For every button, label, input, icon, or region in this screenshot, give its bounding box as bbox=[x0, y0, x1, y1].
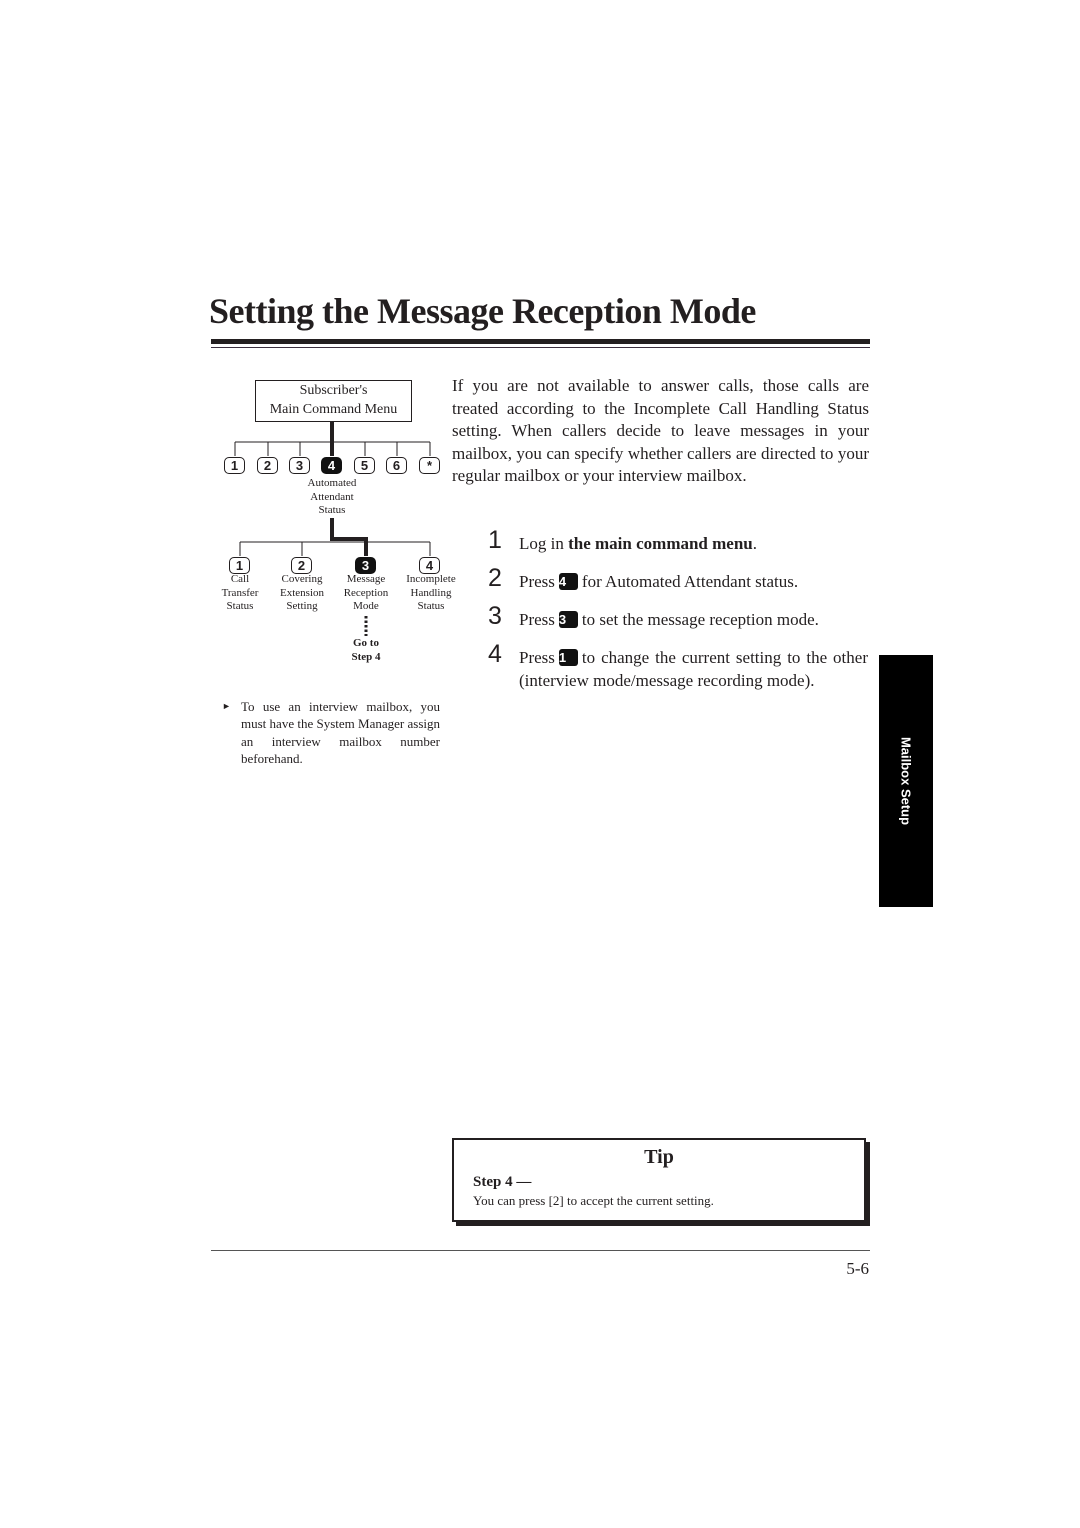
step-pre: Log in bbox=[519, 534, 569, 553]
footer-rule bbox=[211, 1250, 870, 1251]
label-line: Setting bbox=[286, 600, 318, 612]
message-reception-mode-label: Message Reception Mode bbox=[335, 573, 397, 614]
step-1: 1 Log in the main command menu. bbox=[488, 528, 868, 556]
label-line: Attendant bbox=[310, 490, 354, 503]
label-line: Reception bbox=[343, 586, 389, 599]
label-line: Handling bbox=[410, 586, 452, 599]
sub-key-2: 2 bbox=[291, 557, 312, 574]
label-line: Status bbox=[226, 600, 254, 612]
step-text: Press 4 for Automated Attendant status. bbox=[519, 571, 868, 594]
step-number: 2 bbox=[488, 564, 502, 592]
intro-paragraph: If you are not available to answer calls… bbox=[452, 376, 869, 486]
step-bold: the main command menu bbox=[568, 534, 753, 553]
step-pre: Press bbox=[519, 648, 555, 667]
note-text: To use an interview mailbox, you must ha… bbox=[241, 699, 440, 766]
goto-step4-label: Go to Step 4 bbox=[335, 636, 397, 664]
step-pre: Press bbox=[519, 572, 555, 591]
menu-box-line2: Main Command Menu bbox=[269, 402, 398, 417]
sub-key-4: 4 bbox=[419, 557, 440, 574]
step-text: Press 1 to change the current setting to t… bbox=[519, 647, 868, 692]
step-number: 3 bbox=[488, 602, 502, 630]
automated-attendant-label: Automated Attendant Status bbox=[302, 477, 362, 518]
key-star: * bbox=[419, 457, 440, 474]
step-4: 4 Press 1 to change the current setting to… bbox=[488, 642, 868, 692]
label-line: Covering bbox=[281, 573, 323, 585]
tip-text: You can press [2] to accept the current … bbox=[473, 1193, 714, 1208]
tip-box: Tip Step 4 — You can press [2] to accept… bbox=[452, 1138, 866, 1222]
step-text: Log in the main command menu. bbox=[519, 533, 868, 556]
step-3: 3 Press 3 to set the message reception mod… bbox=[488, 604, 868, 632]
label-line: Automated bbox=[307, 477, 357, 489]
step-2: 2 Press 4 for Automated Attendant status. bbox=[488, 566, 868, 594]
key-1: 1 bbox=[224, 457, 245, 474]
call-transfer-status-label: Call Transfer Status bbox=[210, 573, 270, 614]
key-2: 2 bbox=[257, 457, 278, 474]
label-line: Status bbox=[417, 600, 445, 612]
title-rule-thick bbox=[211, 339, 870, 344]
step-post: for Automated Attendant status. bbox=[581, 572, 799, 591]
label-line: Call bbox=[230, 573, 250, 585]
page-number: 5-6 bbox=[846, 1259, 869, 1278]
key-1-icon: 1 bbox=[558, 649, 578, 666]
label-line: Incomplete bbox=[406, 573, 456, 585]
menu-tree-diagram: Subscriber's Main Command Menu 1 2 3 4 5… bbox=[210, 370, 470, 670]
covering-extension-setting-label: Covering Extension Setting bbox=[272, 573, 332, 614]
label-line: Message bbox=[346, 573, 386, 585]
label-line: Mode bbox=[353, 600, 379, 612]
key-5: 5 bbox=[354, 457, 375, 474]
step-number: 4 bbox=[488, 640, 502, 668]
key-6: 6 bbox=[386, 457, 407, 474]
tip-step-label: Step 4 — bbox=[473, 1174, 532, 1190]
goto-line2: Step 4 bbox=[351, 651, 381, 663]
sub-key-1: 1 bbox=[229, 557, 250, 574]
label-line: Status bbox=[318, 504, 346, 516]
key-3-icon: 3 bbox=[558, 611, 578, 628]
active-path bbox=[330, 518, 368, 556]
step-pre: Press bbox=[519, 610, 555, 629]
menu-box-line1: Subscriber's bbox=[299, 383, 368, 398]
step-number: 1 bbox=[488, 526, 502, 554]
incomplete-handling-status-label: Incomplete Handling Status bbox=[398, 573, 464, 614]
triangle-bullet-icon: ► bbox=[222, 701, 231, 711]
label-line: Transfer bbox=[221, 586, 259, 599]
interview-mailbox-note: ► To use an interview mailbox, you must … bbox=[222, 698, 440, 767]
section-tab: Mailbox Setup bbox=[879, 655, 933, 907]
title-rule-thin bbox=[211, 347, 870, 348]
step-text: Press 3 to set the message reception mode. bbox=[519, 609, 868, 632]
key-4-icon: 4 bbox=[558, 573, 578, 590]
key-3: 3 bbox=[289, 457, 310, 474]
page-title: Setting the Message Reception Mode bbox=[209, 291, 756, 331]
main-command-menu-box: Subscriber's Main Command Menu bbox=[255, 380, 412, 422]
step-post: . bbox=[752, 534, 758, 553]
goto-line1: Go to bbox=[353, 637, 379, 649]
sub-key-3-active: 3 bbox=[355, 557, 376, 574]
label-line: Extension bbox=[280, 586, 324, 599]
section-tab-label: Mailbox Setup bbox=[898, 736, 914, 826]
tip-title: Tip bbox=[644, 1146, 674, 1168]
step-post: to set the message reception mode. bbox=[581, 610, 819, 629]
key-4-active: 4 bbox=[321, 457, 342, 474]
